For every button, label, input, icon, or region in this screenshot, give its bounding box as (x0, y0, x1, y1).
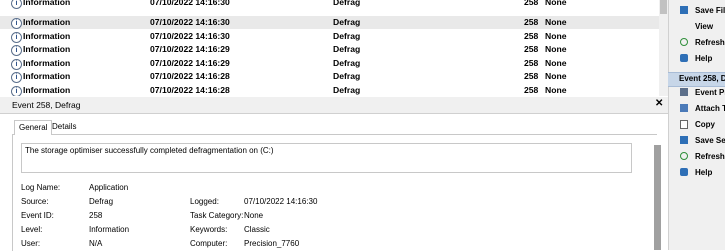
event-task: None (545, 44, 567, 54)
event-list-scrollbar[interactable] (659, 0, 668, 96)
information-icon: i (11, 72, 22, 83)
information-icon: i (11, 45, 22, 56)
event-source: Defrag (333, 84, 361, 95)
event-level: Information (23, 44, 71, 54)
refresh-icon (680, 152, 688, 160)
event-datetime: 07/10/2022 14:16:29 (150, 57, 230, 68)
event-datetime: 07/10/2022 14:16:28 (150, 84, 230, 95)
actions-section-title: Event 258, De (679, 74, 725, 83)
tab-general[interactable]: General (14, 120, 53, 135)
event-level: Information (23, 57, 71, 68)
log-name-value: Application (89, 183, 129, 192)
event-source: Defrag (333, 17, 361, 27)
event-level: Information (23, 17, 71, 27)
event-level: Information (23, 30, 71, 41)
event-id-label: Event ID: (21, 211, 54, 220)
information-icon: i (11, 31, 22, 43)
event-row[interactable]: i Information 07/10/2022 14:16:28 Defrag… (0, 84, 660, 96)
information-icon: i (11, 85, 22, 96)
action-save-selected[interactable]: Save Sele (695, 136, 725, 145)
event-list[interactable]: i Information 07/10/2022 14:16:30 Defrag… (0, 0, 668, 96)
event-id: 258 (524, 17, 539, 27)
log-name-label: Log Name: (21, 183, 61, 192)
tab-details[interactable]: Details (48, 120, 80, 134)
keywords-label: Keywords: (190, 225, 228, 234)
action-save-filter[interactable]: Save Filt (695, 6, 725, 15)
close-icon[interactable]: ✕ (655, 98, 663, 109)
event-id: 258 (524, 84, 539, 95)
event-row[interactable]: i Information 07/10/2022 14:16:29 Defrag… (0, 43, 660, 56)
event-id: 258 (524, 0, 539, 7)
logged-value: 07/10/2022 14:16:30 (244, 197, 318, 206)
level-label: Level: (21, 225, 43, 234)
details-title: Event 258, Defrag (12, 100, 81, 110)
event-row[interactable]: i Information 07/10/2022 14:16:29 Defrag… (0, 57, 660, 70)
event-task: None (545, 71, 567, 81)
event-list-scroll-thumb[interactable] (660, 0, 667, 14)
action-refresh-event[interactable]: Refresh (695, 152, 725, 161)
action-view[interactable]: View (695, 22, 713, 31)
action-refresh[interactable]: Refresh (695, 38, 725, 47)
event-level: Information (23, 71, 71, 81)
event-source: Defrag (333, 44, 361, 54)
event-task: None (545, 84, 567, 95)
event-datetime: 07/10/2022 14:16:30 (150, 0, 230, 7)
user-label: User: (21, 239, 41, 248)
level-value: Information (89, 225, 130, 234)
event-source: Defrag (333, 71, 361, 81)
event-source: Defrag (333, 57, 361, 68)
refresh-icon (680, 38, 688, 46)
event-source: Defrag (333, 0, 361, 7)
task-category-label: Task Category: (190, 211, 244, 220)
help-icon (680, 168, 688, 176)
event-properties-icon (680, 88, 688, 96)
source-value: Defrag (89, 197, 114, 206)
details-header (0, 97, 668, 114)
save-icon (680, 136, 688, 144)
event-id-value: 258 (89, 211, 103, 220)
action-attach-task[interactable]: Attach Ta (695, 104, 725, 113)
task-category-value: None (244, 211, 264, 220)
save-filter-icon (680, 6, 688, 14)
action-help-event[interactable]: Help (695, 168, 712, 177)
event-message: The storage optimiser successfully compl… (25, 146, 274, 155)
event-id: 258 (524, 44, 539, 54)
copy-icon (680, 120, 688, 129)
keywords-value: Classic (244, 225, 270, 234)
event-task: None (545, 57, 567, 68)
event-task: None (545, 30, 567, 41)
computer-value: Precision_7760 (244, 239, 300, 248)
user-value: N/A (89, 239, 103, 248)
logged-label: Logged: (190, 197, 219, 206)
source-label: Source: (21, 197, 49, 206)
action-event-properties[interactable]: Event Pro (695, 88, 725, 97)
event-row[interactable]: i Information 07/10/2022 14:16:30 Defrag… (0, 30, 660, 43)
event-row[interactable]: i Information 07/10/2022 14:16:28 Defrag… (0, 70, 660, 83)
event-level: Information (23, 84, 71, 95)
event-task: None (545, 17, 567, 27)
information-icon: i (11, 58, 22, 70)
information-icon: i (11, 0, 22, 9)
event-row-selected[interactable]: i Information 07/10/2022 14:16:30 Defrag… (0, 16, 660, 30)
information-icon: i (11, 18, 22, 29)
event-id: 258 (524, 30, 539, 41)
event-datetime: 07/10/2022 14:16:30 (150, 30, 230, 41)
action-copy[interactable]: Copy (695, 120, 715, 129)
event-datetime: 07/10/2022 14:16:29 (150, 44, 230, 54)
computer-label: Computer: (190, 239, 228, 248)
event-id: 258 (524, 71, 539, 81)
event-datetime: 07/10/2022 14:16:30 (150, 17, 230, 27)
details-scrollbar[interactable] (654, 145, 661, 250)
event-datetime: 07/10/2022 14:16:28 (150, 71, 230, 81)
event-row[interactable]: i Information 07/10/2022 14:16:30 Defrag… (0, 0, 660, 9)
help-icon (680, 54, 688, 62)
event-level: Information (23, 0, 71, 7)
event-source: Defrag (333, 30, 361, 41)
attach-task-icon (680, 104, 688, 112)
action-help[interactable]: Help (695, 54, 712, 63)
event-id: 258 (524, 57, 539, 68)
event-task: None (545, 0, 567, 7)
